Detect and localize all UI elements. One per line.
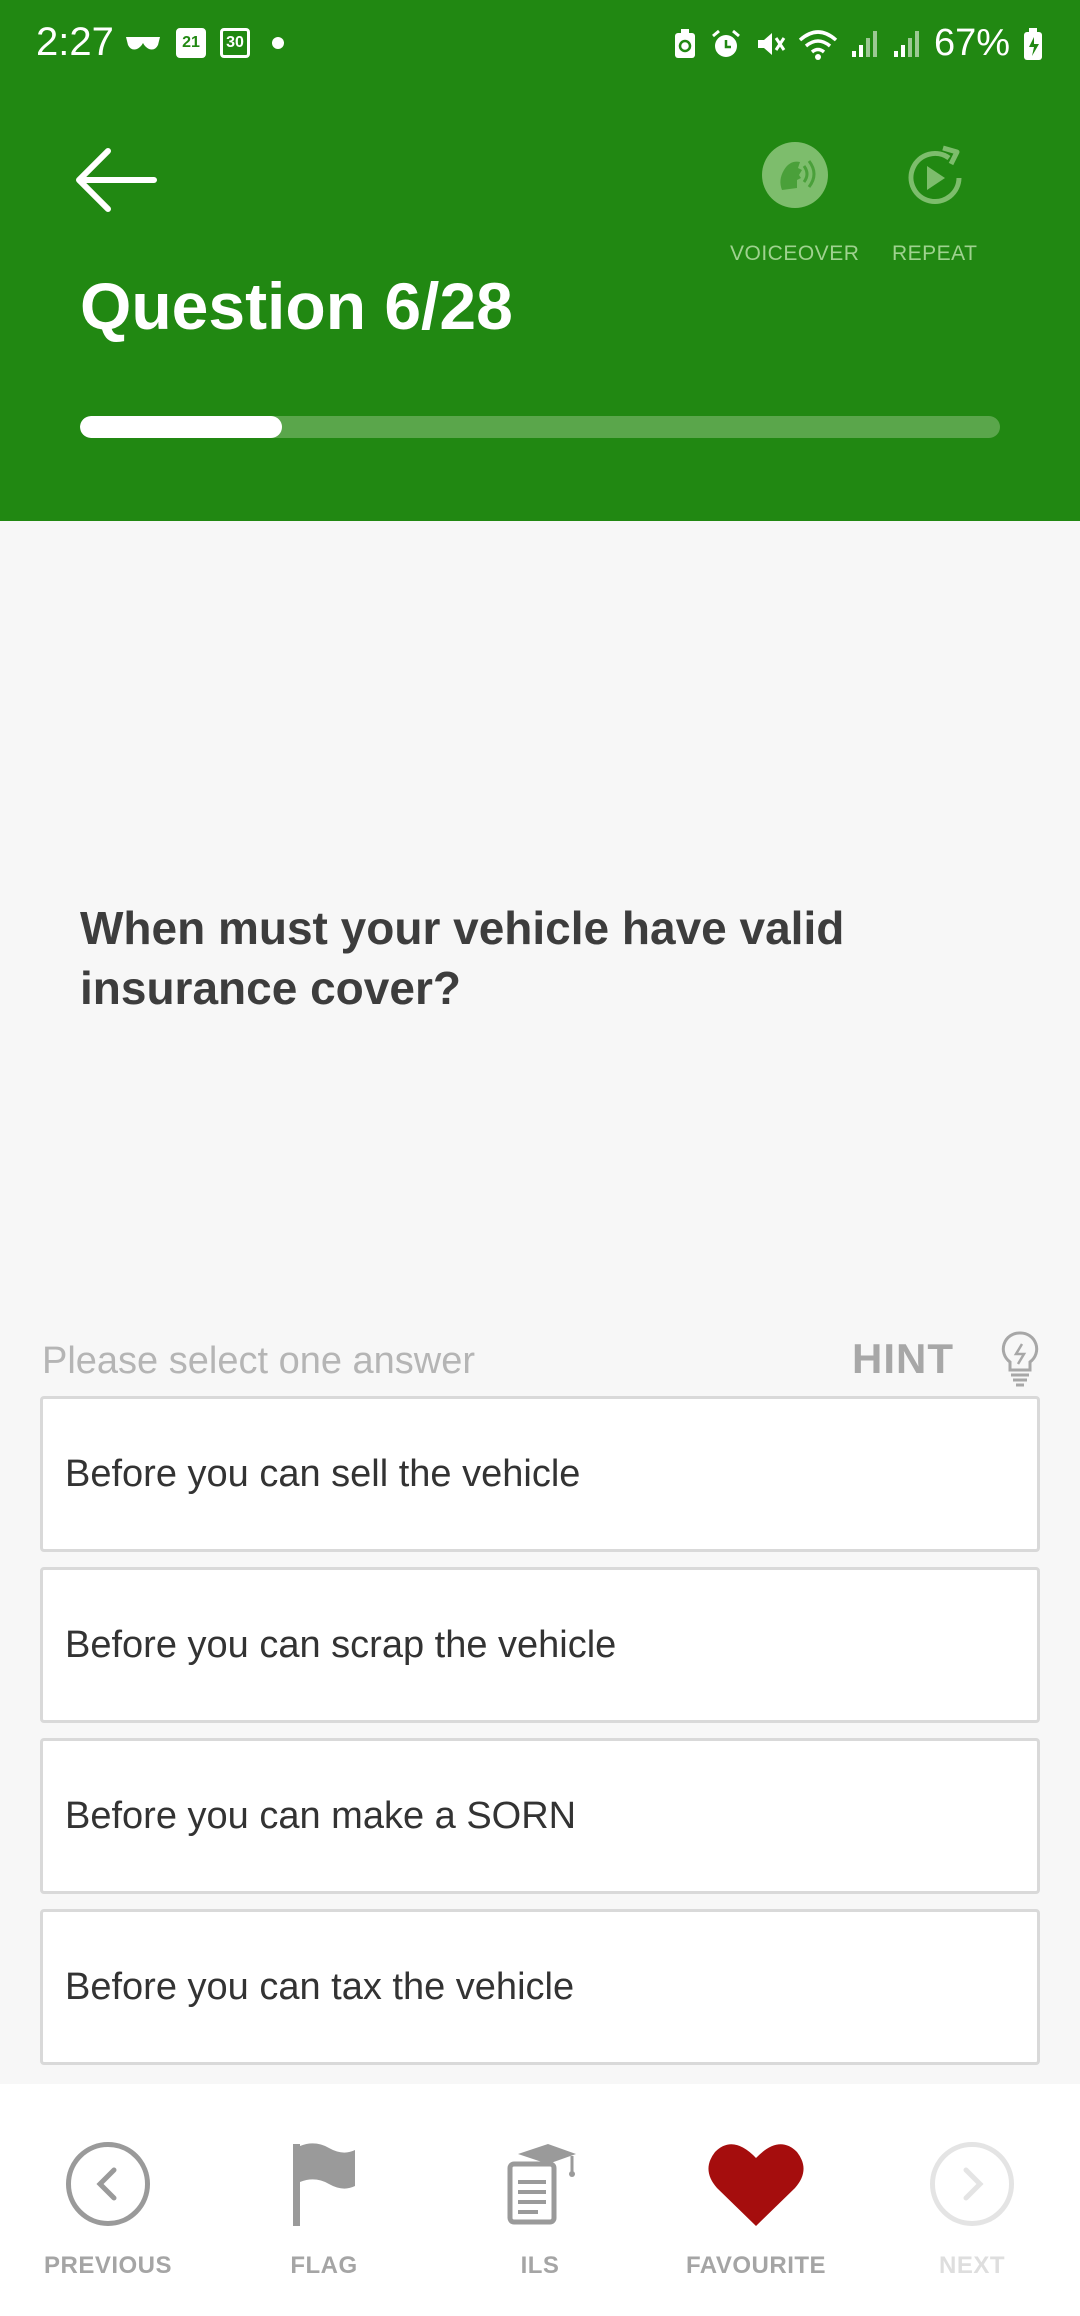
- battery-percentage: 67%: [933, 22, 1010, 64]
- more-notifications-dot: [272, 37, 284, 49]
- repeat-button[interactable]: REPEAT: [892, 142, 977, 266]
- next-label: NEXT: [938, 2252, 1005, 2279]
- battery-saver-icon: [674, 28, 695, 58]
- signal-icon: [851, 30, 877, 57]
- app-header: 2:27 21 30 67% VOICEOVER REPEAT Question…: [0, 0, 1080, 521]
- arrow-left-icon: [76, 148, 157, 212]
- progress-fill: [80, 416, 283, 438]
- previous-label: PREVIOUS: [43, 2252, 173, 2279]
- flag-button[interactable]: FLAG: [234, 2134, 414, 2280]
- ils-label: ILS: [520, 2252, 560, 2279]
- answer-option[interactable]: Before you can sell the vehicle: [40, 1396, 1040, 1552]
- ils-button[interactable]: ILS: [450, 2134, 630, 2280]
- favourite-button[interactable]: FAVOURITE: [666, 2134, 846, 2280]
- wifi-icon: [798, 29, 838, 60]
- bottom-navigation: PREVIOUS FLAG ILS FAVOURITE NEXT: [0, 2084, 1080, 2316]
- next-button[interactable]: NEXT: [882, 2134, 1062, 2280]
- signal-icon: [893, 30, 919, 57]
- select-instruction: Please select one answer: [42, 1340, 476, 1382]
- alarm-icon: [711, 29, 740, 57]
- hint-label: HINT: [852, 1335, 954, 1382]
- flag-label: FLAG: [290, 2252, 358, 2279]
- voiceover-icon: [761, 142, 828, 208]
- voiceover-label: VOICEOVER: [730, 242, 860, 265]
- mute-icon: [757, 32, 786, 55]
- chevron-left-icon: [66, 2142, 150, 2226]
- repeat-label: REPEAT: [892, 242, 978, 265]
- system-icons: 67%: [672, 22, 1044, 65]
- question-text: When must your vehicle have valid insura…: [80, 902, 845, 1014]
- lightbulb-icon: [1001, 1331, 1039, 1387]
- hint-button[interactable]: HINT: [852, 1330, 1040, 1388]
- answer-option[interactable]: Before you can scrap the vehicle: [40, 1567, 1040, 1723]
- voiceover-button[interactable]: VOICEOVER: [730, 142, 859, 266]
- back-button[interactable]: [74, 140, 164, 220]
- quiz-progress-bar: [80, 416, 1000, 438]
- answer-list: Before you can sell the vehicle Before y…: [40, 1396, 1040, 2080]
- flag-icon: [293, 2143, 355, 2226]
- instruction-row: Please select one answer HINT: [42, 1330, 1040, 1390]
- calendar-icon: 30: [220, 28, 250, 58]
- status-bar: 2:27 21 30 67%: [0, 0, 1080, 92]
- favourite-label: FAVOURITE: [685, 2252, 827, 2279]
- chevron-right-icon: [930, 2142, 1014, 2226]
- answer-option[interactable]: Before you can tax the vehicle: [40, 1909, 1040, 2065]
- notification-icons: 21 30: [124, 28, 284, 58]
- status-time: 2:27: [36, 20, 114, 64]
- study-notes-icon: [507, 2144, 576, 2225]
- question-counter: Question 6/28: [80, 269, 513, 343]
- heart-icon: [708, 2144, 804, 2226]
- previous-button[interactable]: PREVIOUS: [18, 2134, 198, 2280]
- replay-icon: [908, 145, 962, 204]
- calendar-icon: 21: [176, 28, 206, 58]
- answer-option[interactable]: Before you can make a SORN: [40, 1738, 1040, 1894]
- glasses-icon: [126, 37, 160, 50]
- battery-icon: [1024, 27, 1042, 60]
